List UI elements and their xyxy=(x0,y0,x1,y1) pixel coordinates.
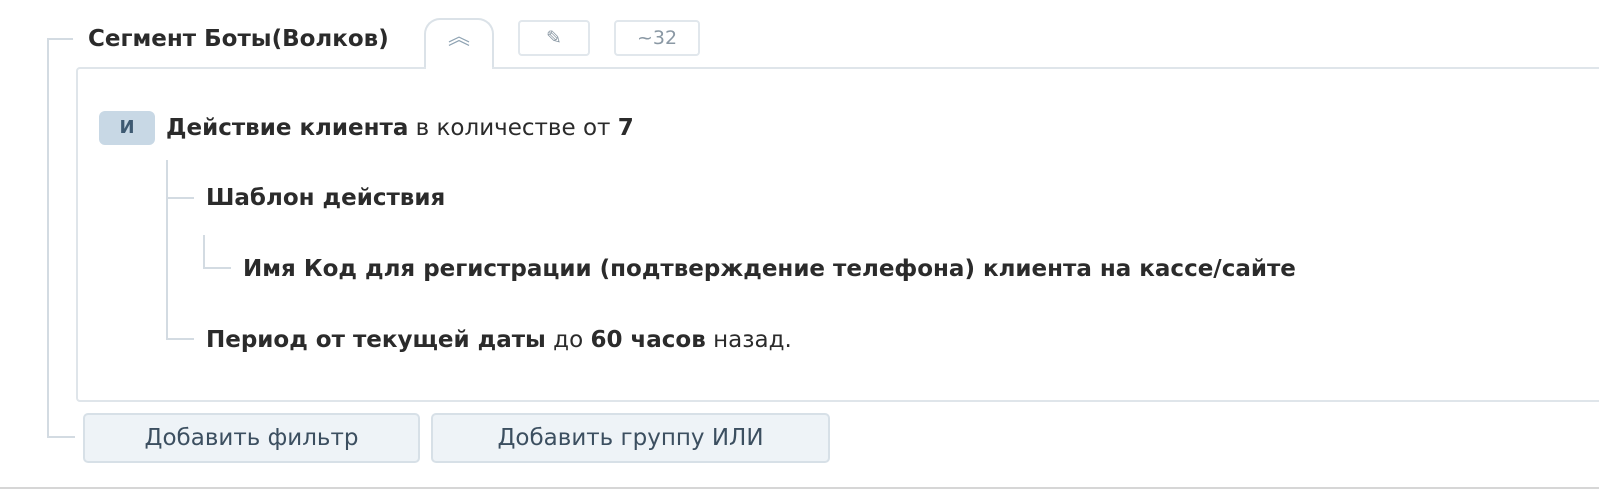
tab-border-mask xyxy=(426,66,492,70)
count-label: ~32 xyxy=(636,27,678,49)
chevron-double-up-icon: ︽ xyxy=(447,25,470,50)
period-condition[interactable]: Период от текущей даты до 60 часов назад… xyxy=(206,327,792,353)
period-to-word: до xyxy=(553,327,584,353)
count-button[interactable]: ~32 xyxy=(614,20,700,56)
quantity-value: 7 xyxy=(617,115,634,141)
pencil-icon: ✎ xyxy=(546,27,562,49)
action-label: Действие клиента xyxy=(166,115,409,141)
template-subtree-vertical xyxy=(203,235,205,269)
action-condition[interactable]: Действие клиента в количестве от 7 xyxy=(166,115,634,141)
template-branch xyxy=(166,197,194,199)
outer-tree-bottom-branch xyxy=(47,436,75,438)
add-filter-button[interactable]: Добавить фильтр xyxy=(83,413,420,463)
inner-tree-vertical-line xyxy=(166,160,168,340)
template-subtree-branch xyxy=(203,267,231,269)
bottom-divider xyxy=(0,487,1599,489)
template-label[interactable]: Шаблон действия xyxy=(206,185,445,211)
collapse-toggle-button[interactable]: ︽ xyxy=(424,18,494,70)
period-branch xyxy=(166,338,194,340)
period-label: Период от текущей даты xyxy=(206,327,546,353)
outer-tree-vertical-line xyxy=(47,38,49,438)
edit-button[interactable]: ✎ xyxy=(518,20,590,56)
segment-title: Сегмент Боты(Волков) xyxy=(88,26,389,52)
add-or-group-button[interactable]: Добавить группу ИЛИ xyxy=(431,413,830,463)
template-name[interactable]: Имя Код для регистрации (подтверждение т… xyxy=(243,256,1296,282)
quantity-prefix: в количестве от xyxy=(415,115,611,141)
period-value: 60 часов xyxy=(590,327,706,353)
outer-tree-top-branch xyxy=(47,38,73,40)
period-suffix: назад. xyxy=(713,327,792,353)
operator-badge[interactable]: И xyxy=(99,111,155,145)
